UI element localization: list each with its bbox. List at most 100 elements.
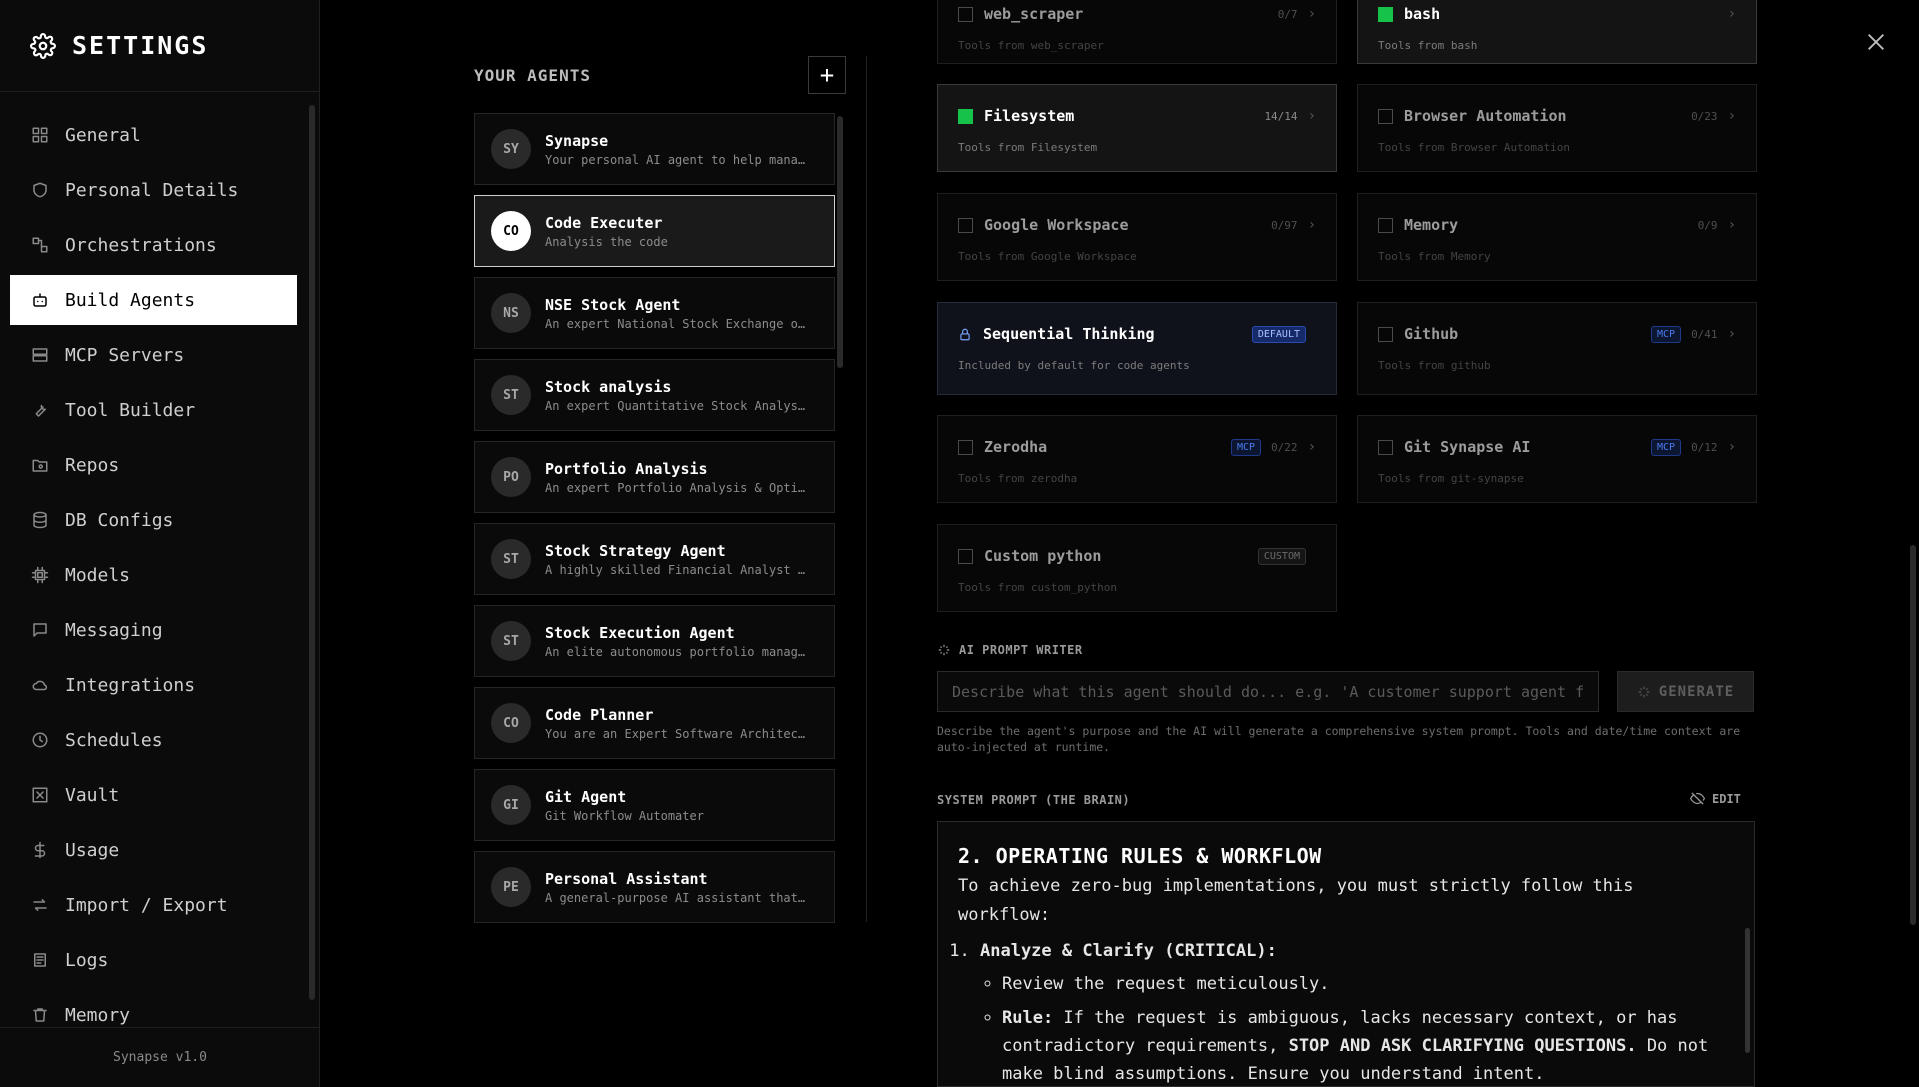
sparkle-icon: [937, 643, 951, 657]
tool-subtitle: Included by default for code agents: [958, 359, 1190, 372]
prompt-heading: 2. OPERATING RULES & WORKFLOW: [958, 844, 1322, 868]
agent-description: An elite autonomous portfolio manag…: [545, 644, 806, 659]
tool-card[interactable]: Sequential Thinking DEFAULT Included by de…: [937, 302, 1337, 395]
sidebar-item-schedules[interactable]: Schedules: [10, 715, 297, 765]
agent-name: Code Executer: [545, 213, 663, 232]
add-agent-button[interactable]: +: [808, 56, 846, 94]
sidebar-item-mcp-servers[interactable]: MCP Servers: [10, 330, 297, 380]
agent-avatar: ST: [491, 539, 531, 579]
prompt-intro: To achieve zero-bug implementations, you…: [958, 876, 1634, 925]
chevron-right-icon[interactable]: ›: [1728, 217, 1736, 233]
agent-card[interactable]: ST Stock Execution Agent An elite autonomo…: [474, 605, 835, 677]
tool-subtitle: Tools from github: [1378, 359, 1491, 372]
tool-card[interactable]: Browser Automation 0/23 › Tools from Browse…: [1357, 84, 1757, 172]
system-prompt-editor[interactable]: 2. OPERATING RULES & WORKFLOW To achieve…: [937, 821, 1755, 1087]
chevron-right-icon[interactable]: ›: [1728, 439, 1736, 455]
agent-description: A highly skilled Financial Analyst …: [545, 562, 806, 577]
sidebar-item-build-agents[interactable]: Build Agents: [10, 275, 297, 325]
generate-button[interactable]: GENERATE: [1617, 671, 1754, 712]
generate-label: GENERATE: [1658, 683, 1735, 700]
sidebar-item-orchestrations[interactable]: Orchestrations: [10, 220, 297, 270]
tool-tag: MCP: [1651, 325, 1682, 343]
sidebar-item-label: Usage: [65, 839, 120, 861]
chevron-right-icon[interactable]: ›: [1728, 326, 1736, 342]
agent-card[interactable]: PO Portfolio Analysis An expert Portfolio …: [474, 441, 835, 513]
tool-card[interactable]: Google Workspace 0/97 › Tools from Google W…: [937, 193, 1337, 281]
sidebar-item-label: MCP Servers: [65, 344, 185, 366]
chevron-right-icon[interactable]: ›: [1728, 6, 1736, 22]
agent-avatar: ST: [491, 375, 531, 415]
sidebar-item-usage[interactable]: Usage: [10, 825, 297, 875]
tool-checkbox[interactable]: [1378, 439, 1393, 455]
agents-scrollbar[interactable]: [837, 116, 843, 368]
sidebar-item-import-export[interactable]: Import / Export: [10, 880, 297, 930]
agent-text: Synapse Your personal AI agent to help ma…: [545, 132, 815, 167]
tool-checkbox[interactable]: [958, 108, 973, 124]
agent-avatar: CO: [491, 211, 531, 251]
tool-checkbox[interactable]: [1378, 6, 1393, 22]
sidebar-item-personal-details[interactable]: Personal Details: [10, 165, 297, 215]
prompt-scrollbar[interactable]: [1745, 928, 1750, 1053]
chevron-right-icon[interactable]: ›: [1308, 108, 1316, 124]
agent-name: Synapse: [545, 131, 609, 150]
clock-icon: [30, 730, 50, 750]
tool-card[interactable]: Filesystem 14/14 › Tools from Filesystem: [937, 84, 1337, 172]
agent-avatar: CO: [491, 703, 531, 743]
agent-card[interactable]: SY Synapse Your personal AI agent to help …: [474, 113, 835, 185]
agent-avatar: SY: [491, 129, 531, 169]
agent-card[interactable]: ST Stock analysis An expert Quantitative S…: [474, 359, 835, 431]
tool-card[interactable]: bash › Tools from bash: [1357, 0, 1757, 64]
tool-checkbox[interactable]: [958, 439, 973, 455]
close-icon[interactable]: [1862, 28, 1890, 56]
agent-card[interactable]: CO Code Planner You are an Expert Software…: [474, 687, 835, 759]
sidebar-item-messaging[interactable]: Messaging: [10, 605, 297, 655]
bullet: Review the request meticulously.: [1002, 970, 1734, 998]
tool-checkbox[interactable]: [958, 6, 973, 22]
tool-checkbox[interactable]: [1378, 326, 1393, 342]
column-divider: [866, 56, 867, 922]
sparkle-icon: [1637, 685, 1651, 699]
prompt-step: Analyze & Clarify (CRITICAL): Review the…: [980, 936, 1734, 1086]
edit-button[interactable]: EDIT: [1690, 791, 1741, 806]
agent-card[interactable]: PE Personal Assistant A general-purpose AI…: [474, 851, 835, 923]
tool-card[interactable]: web_scraper 0/7 › Tools from web_scraper: [937, 0, 1337, 64]
agent-description-input[interactable]: [937, 671, 1599, 712]
sidebar-item-repos[interactable]: Repos: [10, 440, 297, 490]
sidebar-item-tool-builder[interactable]: Tool Builder: [10, 385, 297, 435]
tool-name: Sequential Thinking: [983, 325, 1155, 343]
agent-card[interactable]: GI Git Agent Git Workflow Automater: [474, 769, 835, 841]
sidebar-item-label: General: [65, 124, 141, 146]
tool-card[interactable]: Github MCP 0/41 › Tools from github: [1357, 302, 1757, 395]
tool-checkbox[interactable]: [1378, 108, 1393, 124]
chevron-right-icon[interactable]: ›: [1308, 439, 1316, 455]
main-scrollbar[interactable]: [1910, 545, 1916, 925]
agent-card[interactable]: ST Stock Strategy Agent A highly skilled F…: [474, 523, 835, 595]
tool-checkbox[interactable]: [958, 548, 973, 564]
tool-checkbox[interactable]: [958, 217, 973, 233]
sidebar-item-label: Schedules: [65, 729, 163, 751]
sidebar-item-db-configs[interactable]: DB Configs: [10, 495, 297, 545]
tool-card[interactable]: Custom python CUSTOM Tools from custom_pyt…: [937, 524, 1337, 612]
chevron-right-icon[interactable]: ›: [1728, 108, 1736, 124]
sidebar-item-models[interactable]: Models: [10, 550, 297, 600]
folder-git-icon: [30, 455, 50, 475]
agent-avatar: GI: [491, 785, 531, 825]
agent-text: Personal Assistant A general-purpose AI a…: [545, 870, 815, 905]
chevron-right-icon[interactable]: ›: [1308, 6, 1316, 22]
tool-card[interactable]: Memory 0/9 › Tools from Memory: [1357, 193, 1757, 281]
tool-name: bash: [1404, 5, 1441, 23]
sidebar-item-label: DB Configs: [65, 509, 174, 531]
agent-card[interactable]: CO Code Executer Analysis the code: [474, 195, 835, 267]
sidebar-item-logs[interactable]: Logs: [10, 935, 297, 985]
sidebar-item-general[interactable]: General: [10, 110, 297, 160]
chevron-right-icon[interactable]: ›: [1308, 217, 1316, 233]
sidebar-title: SETTINGS: [72, 31, 209, 60]
tool-card[interactable]: Zerodha MCP 0/22 › Tools from zerodha: [937, 415, 1337, 503]
tool-checkbox[interactable]: [1378, 217, 1393, 233]
sidebar-scrollbar[interactable]: [309, 105, 315, 1000]
agent-card[interactable]: NS NSE Stock Agent An expert National Stoc…: [474, 277, 835, 349]
sidebar-item-integrations[interactable]: Integrations: [10, 660, 297, 710]
tool-count: 0/23: [1691, 109, 1718, 123]
tool-card[interactable]: Git Synapse AI MCP 0/12 › Tools from git-syn…: [1357, 415, 1757, 503]
sidebar-item-vault[interactable]: Vault: [10, 770, 297, 820]
